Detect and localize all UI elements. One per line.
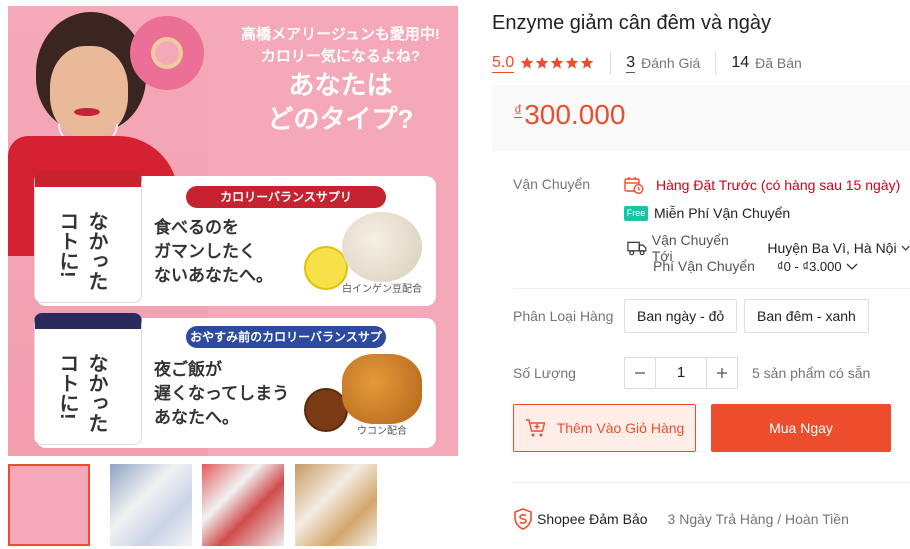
free-shipping-icon: Free [624, 205, 648, 221]
turmeric-illustration [342, 354, 422, 424]
thumbnail-strip [8, 464, 468, 548]
chevron-down-icon[interactable] [846, 261, 858, 271]
bean-illustration [342, 212, 422, 282]
decrement-button[interactable] [624, 357, 656, 389]
free-shipping: Free Miễn Phí Vận Chuyển [624, 205, 790, 221]
thumbnail-2[interactable] [110, 464, 192, 546]
reviews-count[interactable]: 3 [626, 54, 636, 73]
ship-fee-value[interactable]: ₫0 - ₫3.000 [777, 259, 842, 274]
reviews-label: Đánh Giá [641, 55, 701, 71]
shipping-label: Vận Chuyển [513, 176, 591, 192]
star-icon [580, 56, 594, 69]
thumbnail-4[interactable] [295, 464, 377, 546]
buy-now-button[interactable]: Mua Ngay [711, 404, 891, 452]
shield-icon [514, 508, 532, 530]
add-to-cart-label: Thêm Vào Giỏ Hàng [556, 420, 685, 436]
product-page: 高橋メアリージュンも愛用中! カロリー気になるよね? あなたは どのタイプ? な… [0, 0, 910, 549]
variant-option-day[interactable]: Ban ngày - đỏ [624, 299, 738, 333]
panel-extra-day: 白インゲン豆配合 [342, 284, 422, 295]
calendar-clock-icon [624, 177, 644, 194]
star-rating [520, 56, 595, 70]
free-shipping-text: Miễn Phí Vận Chuyển [654, 205, 791, 221]
product-panel-night: なかったコトに! おやすみ前のカロリーバランスサプリ 夜ご飯が 遅くなってしまう… [34, 313, 436, 448]
panel-extra-night: ウコン配合 [357, 426, 407, 437]
rating-value[interactable]: 5.0 [492, 54, 515, 73]
chevron-down-icon[interactable] [901, 243, 910, 253]
ship-to-location[interactable]: Huyện Ba Vì, Hà Nội [767, 240, 896, 256]
star-icon [550, 56, 564, 69]
stock-count: 5 sản phẩm có sẵn [752, 365, 871, 381]
divider [513, 482, 910, 483]
panel-copy-day: 食べるのを ガマンしたく ないあなたへ。 [154, 218, 273, 285]
thumbnail-3[interactable] [202, 464, 284, 546]
image-headline-big: あなたは どのタイプ? [267, 70, 414, 134]
product-title: Enzyme giảm cân đêm và ngày [492, 12, 772, 34]
sold-label: Đã Bán [755, 55, 802, 71]
rating-row: 5.0 3 Đánh Giá 14 Đã Bán [492, 51, 802, 75]
star-icon [565, 56, 579, 69]
divider [610, 51, 612, 75]
cart-add-icon [525, 419, 546, 437]
plus-icon [717, 368, 727, 378]
price-value: 300.000 [524, 99, 626, 130]
minus-icon [635, 372, 645, 374]
thumbnail-1[interactable] [8, 464, 90, 546]
add-to-cart-button[interactable]: Thêm Vào Giỏ Hàng [513, 404, 696, 452]
panel-band-night: おやすみ前のカロリーバランスサプリ [186, 326, 386, 366]
panel-band-day: カロリーバランスサプリ [186, 186, 386, 208]
divider [513, 288, 910, 289]
truck-icon [627, 241, 647, 256]
increment-button[interactable] [706, 357, 738, 389]
divider [715, 51, 717, 75]
pack-text: なかったコトに! [56, 211, 107, 291]
product-pack-red: なかったコトに! [34, 171, 142, 303]
quantity-stepper: 1 [624, 357, 738, 389]
star-icon [520, 56, 534, 69]
preorder-notice: Hàng Đặt Trước (có hàng sau 15 ngày) [624, 176, 900, 194]
pack-text: なかったコトに! [56, 353, 107, 433]
ship-fee-row: Phí Vận Chuyển ₫0 - ₫3.000 [653, 258, 858, 274]
shopee-guarantee[interactable]: Shopee Đảm Bảo 3 Ngày Trả Hàng / Hoàn Ti… [513, 508, 849, 530]
ship-fee-label: Phí Vận Chuyển [653, 258, 755, 274]
variant-option-night[interactable]: Ban đêm - xanh [744, 299, 869, 333]
product-pack-navy: なかったコトに! [34, 313, 142, 445]
guarantee-brand: Shopee Đảm Bảo [537, 511, 648, 527]
quantity-input[interactable]: 1 [656, 357, 706, 389]
variant-label: Phân Loại Hàng [513, 308, 614, 324]
image-headline-small: 高橋メアリージュンも愛用中! カロリー気になるよね? [241, 26, 440, 65]
price-box: ₫300.000 [492, 85, 910, 151]
product-panel-day: なかったコトに! カロリーバランスサプリ 食べるのを ガマンしたく ないあなたへ… [34, 171, 436, 306]
price: ₫300.000 [514, 99, 625, 131]
donut-illustration [130, 16, 204, 90]
guarantee-policy: 3 Ngày Trả Hàng / Hoàn Tiền [667, 511, 849, 527]
star-icon [535, 56, 549, 69]
main-product-image[interactable]: 高橋メアリージュンも愛用中! カロリー気になるよね? あなたは どのタイプ? な… [8, 6, 458, 456]
currency-symbol: ₫ [514, 103, 523, 120]
quantity-label: Số Lượng [513, 365, 576, 381]
sold-count: 14 [731, 54, 750, 71]
preorder-text: Hàng Đặt Trước (có hàng sau 15 ngày) [656, 177, 901, 193]
panel-copy-night: 夜ご飯が 遅くなってしまう あなたへ。 [154, 360, 290, 427]
